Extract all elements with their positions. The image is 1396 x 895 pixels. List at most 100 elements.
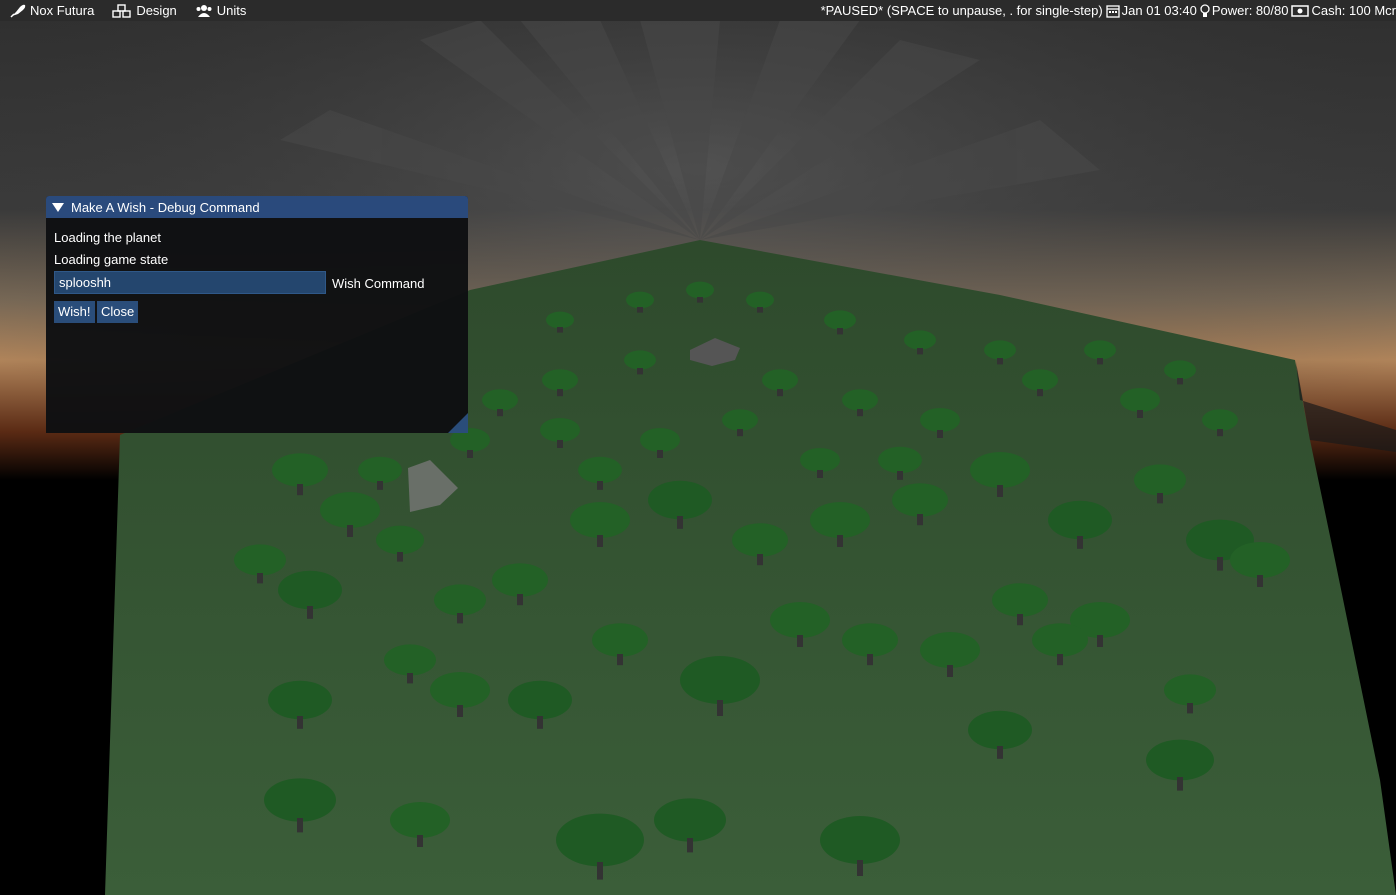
tree	[984, 340, 1016, 360]
tree-trunk	[297, 818, 303, 833]
menu-units[interactable]: Units	[185, 0, 255, 21]
tree-trunk	[1187, 703, 1193, 714]
tree-trunk	[1177, 777, 1183, 791]
tree-trunk	[257, 573, 263, 584]
tree	[1084, 340, 1116, 360]
rocket-icon	[10, 4, 26, 18]
tree	[546, 311, 574, 329]
tree	[592, 623, 648, 657]
date-text: Jan 01 03:40	[1121, 3, 1197, 18]
tree-trunk	[457, 705, 463, 717]
tree	[542, 369, 578, 391]
tree	[800, 448, 840, 472]
wish-command-label: Wish Command	[332, 276, 425, 291]
tree-trunk	[837, 328, 843, 335]
tree	[430, 672, 490, 708]
tree-trunk	[657, 450, 663, 458]
users-icon	[196, 4, 212, 17]
tree	[390, 802, 450, 838]
wish-command-input[interactable]	[54, 271, 326, 294]
tree-trunk	[937, 430, 943, 438]
resize-grip[interactable]	[448, 413, 468, 433]
tree	[1022, 369, 1058, 391]
log-line: Loading game state	[54, 252, 169, 267]
tree	[320, 492, 380, 528]
menu-bar: Nox Futura Design Units *PAUSED* (SPACE …	[0, 0, 1396, 21]
close-button[interactable]: Close	[97, 301, 139, 323]
tree	[540, 418, 580, 442]
tree-trunk	[997, 358, 1003, 365]
menu-nox-futura[interactable]: Nox Futura	[0, 0, 102, 21]
tree-trunk	[997, 746, 1003, 759]
tree-trunk	[717, 700, 723, 716]
tree	[992, 583, 1048, 617]
tree-trunk	[497, 409, 503, 417]
tree	[640, 428, 680, 452]
tree-trunk	[1057, 654, 1063, 666]
tree-trunk	[597, 481, 603, 490]
power-status: Power: 80/80	[1200, 0, 1289, 21]
tree	[1230, 542, 1290, 578]
tree-trunk	[537, 716, 543, 729]
tree-trunk	[1157, 493, 1163, 504]
tree-trunk	[687, 838, 693, 853]
tree-trunk	[517, 594, 523, 606]
world-viewport[interactable]	[0, 0, 1396, 895]
tree	[680, 656, 760, 704]
tree-trunk	[597, 862, 603, 880]
tree-trunk	[407, 673, 413, 684]
menu-design[interactable]: Design	[102, 0, 184, 21]
tree	[1032, 623, 1088, 657]
tree	[376, 525, 424, 555]
tree-trunk	[1137, 410, 1143, 418]
tree-trunk	[917, 514, 923, 526]
tree	[920, 408, 960, 432]
tree-trunk	[1017, 614, 1023, 626]
date-status: Jan 01 03:40	[1106, 0, 1197, 21]
tree-trunk	[947, 665, 953, 677]
tree	[578, 456, 622, 484]
tree-trunk	[1097, 635, 1103, 647]
tree-trunk	[857, 860, 863, 876]
tree-trunk	[857, 409, 863, 417]
tree-trunk	[557, 440, 563, 448]
tree-trunk	[817, 470, 823, 478]
tree-trunk	[1257, 575, 1263, 587]
tree	[878, 446, 922, 474]
menu-label: Design	[136, 3, 177, 18]
tree	[492, 563, 548, 597]
wish-button[interactable]: Wish!	[54, 301, 95, 323]
tree	[968, 710, 1032, 750]
tree-trunk	[557, 327, 563, 333]
tree-trunk	[1097, 358, 1103, 365]
tree-trunk	[757, 554, 763, 566]
tree	[234, 544, 286, 576]
tree-trunk	[417, 835, 423, 847]
tree-trunk	[377, 481, 383, 490]
tree	[508, 680, 572, 720]
cash-status: Cash: 100 Mcr	[1291, 0, 1396, 21]
window-titlebar[interactable]: Make A Wish - Debug Command	[46, 196, 468, 218]
cash-text: Cash: 100 Mcr	[1311, 3, 1396, 18]
tree	[1048, 500, 1112, 540]
tree	[272, 453, 328, 487]
tree	[654, 798, 726, 842]
lightbulb-icon	[1200, 3, 1210, 17]
money-icon	[1291, 4, 1310, 17]
tree	[824, 310, 856, 330]
tree-trunk	[467, 450, 473, 458]
tree-trunk	[837, 535, 843, 547]
tree	[1164, 360, 1196, 380]
tree	[1202, 409, 1238, 431]
tree-trunk	[347, 525, 353, 537]
log-line: Loading the planet	[54, 230, 161, 245]
menu-label: Nox Futura	[30, 3, 95, 18]
collapse-arrow-icon[interactable]	[52, 202, 64, 212]
power-text: Power: 80/80	[1211, 3, 1289, 18]
tree	[686, 281, 714, 299]
status-area: *PAUSED* (SPACE to unpause, . for single…	[818, 0, 1396, 21]
tree	[434, 584, 486, 616]
tree-trunk	[777, 389, 783, 397]
tree	[904, 330, 936, 350]
tree-trunk	[737, 429, 743, 437]
